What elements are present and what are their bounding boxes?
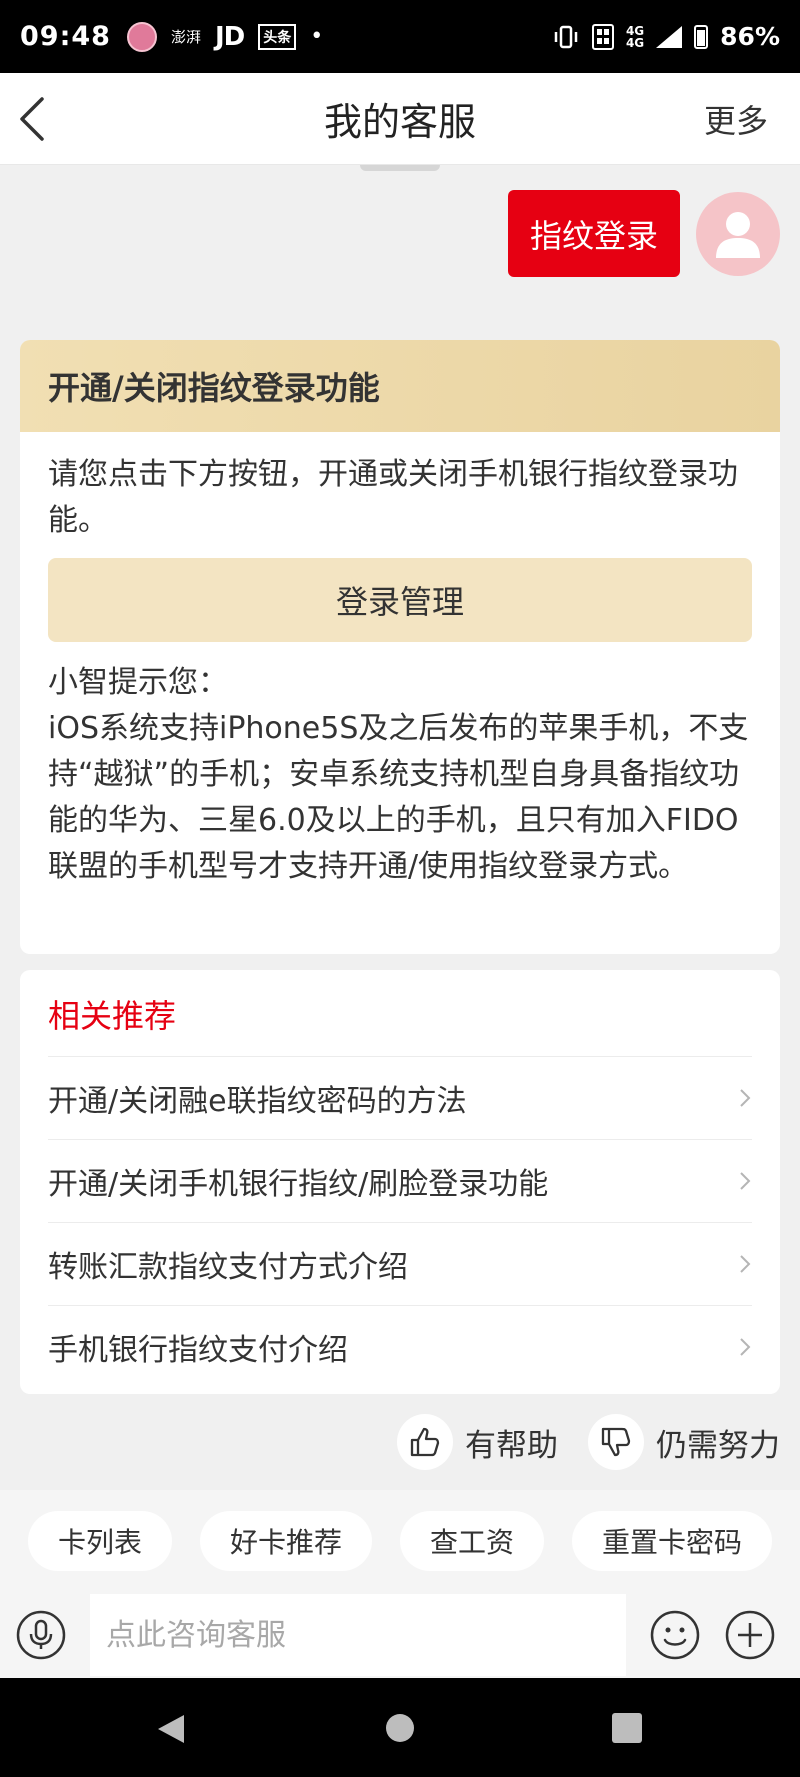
notification-dot-icon: • — [310, 24, 324, 49]
related-item[interactable]: 开通/关闭手机银行指纹/刷脸登录功能 — [48, 1139, 752, 1222]
network-type: 4G 4G — [626, 25, 644, 49]
tips-body: iOS系统支持iPhone5S及之后发布的苹果手机，不支持“越狱”的手机；安卓系… — [48, 711, 749, 884]
scroll-indicator — [360, 165, 440, 171]
chip-card-list[interactable]: 卡列表 — [28, 1511, 173, 1571]
related-item[interactable]: 转账汇款指纹支付方式介绍 — [48, 1222, 752, 1305]
related-item-label: 开通/关闭手机银行指纹/刷脸登录功能 — [48, 1167, 549, 1202]
emoji-icon[interactable] — [650, 1610, 700, 1660]
answer-card-title: 开通/关闭指纹登录功能 — [20, 340, 780, 432]
back-chevron-icon[interactable] — [14, 93, 54, 145]
thumbs-up-icon — [397, 1414, 453, 1470]
thumbs-down-icon — [588, 1414, 644, 1470]
not-helpful-button[interactable]: 仍需努力 — [588, 1414, 780, 1470]
user-avatar-icon — [716, 212, 760, 258]
status-bar: 09:48 澎湃 JD 头条 • 4G 4G 86% — [0, 0, 800, 73]
chip-reset-password[interactable]: 重置卡密码 — [572, 1511, 773, 1571]
app-thepaper-icon: 澎湃 — [170, 28, 201, 46]
related-item-label: 开通/关闭融e联指纹密码的方法 — [48, 1084, 467, 1119]
status-indicators: 4G 4G 86% — [552, 22, 780, 51]
plus-icon[interactable] — [725, 1610, 775, 1660]
chevron-right-icon — [740, 1172, 751, 1190]
app-toutiao-icon: 头条 — [258, 23, 297, 50]
not-helpful-label: 仍需努力 — [656, 1427, 780, 1464]
microphone-icon[interactable] — [16, 1610, 66, 1660]
battery-icon — [694, 24, 709, 49]
answer-card-description: 请您点击下方按钮，开通或关闭手机银行指纹登录功能。 — [48, 457, 738, 538]
chevron-right-icon — [740, 1089, 751, 1107]
input-bar — [0, 1592, 800, 1678]
system-nav-bar — [0, 1678, 800, 1777]
network-type-top: 4G — [625, 23, 645, 38]
related-item[interactable]: 手机银行指纹支付介绍 — [48, 1305, 752, 1388]
related-item-label: 手机银行指纹支付介绍 — [48, 1333, 348, 1368]
status-app-icons: 澎湃 JD 头条 • — [126, 21, 324, 52]
chevron-right-icon — [740, 1338, 751, 1356]
app-jd-icon: JD — [214, 21, 245, 52]
user-avatar — [696, 192, 780, 276]
user-message-bubble: 指纹登录 — [508, 190, 680, 277]
battery-percent: 86% — [720, 22, 780, 51]
page-title: 我的客服 — [323, 100, 476, 144]
network-type-bottom: 4G — [625, 35, 645, 50]
related-item[interactable]: 开通/关闭融e联指纹密码的方法 — [48, 1056, 752, 1139]
tips-title: 小智提示您： — [48, 665, 228, 700]
chevron-right-icon — [740, 1255, 751, 1273]
system-home-icon[interactable] — [386, 1714, 414, 1742]
vibrate-icon — [554, 25, 578, 48]
related-title: 相关推荐 — [48, 997, 177, 1035]
chip-check-salary[interactable]: 查工资 — [400, 1511, 545, 1571]
more-button[interactable]: 更多 — [704, 96, 768, 142]
nav-bar: 我的客服 更多 — [0, 73, 800, 165]
data-sim-icon — [591, 23, 614, 50]
system-recents-icon[interactable] — [612, 1713, 642, 1743]
status-time: 09:48 — [20, 21, 111, 52]
feedback-bar: 有帮助 仍需努力 — [397, 1414, 780, 1470]
login-management-button[interactable]: 登录管理 — [48, 558, 752, 642]
signal-icon — [656, 25, 683, 48]
quick-chip-bar: 卡列表 好卡推荐 查工资 重置卡密码 — [0, 1490, 800, 1592]
related-card: 相关推荐 开通/关闭融e联指纹密码的方法 开通/关闭手机银行指纹/刷脸登录功能 … — [20, 970, 780, 1394]
related-item-label: 转账汇款指纹支付方式介绍 — [48, 1250, 408, 1285]
chip-card-recommend[interactable]: 好卡推荐 — [200, 1511, 373, 1571]
app-avatar-icon — [126, 21, 157, 52]
consult-input[interactable] — [90, 1594, 626, 1676]
answer-card: 开通/关闭指纹登录功能 请您点击下方按钮，开通或关闭手机银行指纹登录功能。 登录… — [20, 340, 780, 954]
system-back-icon[interactable] — [156, 1713, 186, 1745]
helpful-label: 有帮助 — [465, 1427, 558, 1464]
helpful-button[interactable]: 有帮助 — [397, 1414, 558, 1470]
